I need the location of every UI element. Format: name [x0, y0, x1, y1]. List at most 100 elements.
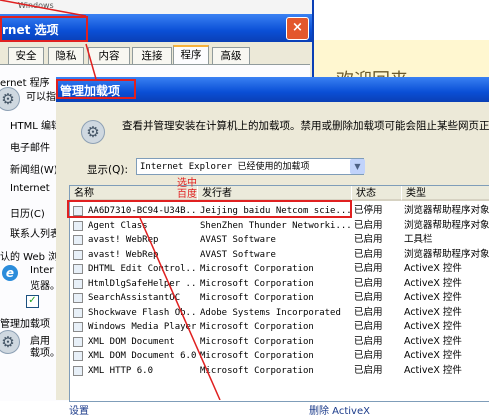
cell-publisher: ShenZhen Thunder Networki... — [200, 220, 350, 231]
table-row[interactable]: Agent Class ShenZhen Thunder Networki... 已… — [70, 219, 489, 233]
cell-publisher: AVAST Software — [200, 249, 276, 260]
table-row[interactable]: SearchAssistantOC Microsoft Corporation 已启… — [70, 291, 489, 305]
cell-publisher: Microsoft Corporation — [200, 264, 314, 274]
cell-publisher: Microsoft Corporation — [200, 365, 314, 376]
annotation-label: 选中百度 — [177, 178, 197, 200]
cell-type: ActiveX 控件 — [404, 292, 462, 303]
addon-icon — [73, 365, 83, 376]
default-browser-text-1: Inter — [30, 265, 54, 276]
cell-type: ActiveX 控件 — [404, 350, 462, 361]
table-row[interactable]: DHTML Edit Control... Microsoft Corporati… — [70, 262, 489, 276]
cell-type: ActiveX 控件 — [404, 263, 462, 274]
cell-type: 浏览器帮助程序对象 — [404, 219, 489, 231]
window-caption-bar: Windows — [0, 0, 312, 15]
cell-status: 已启用 — [354, 306, 383, 318]
addon-icon — [73, 322, 83, 332]
email-label: 电子邮件 — [10, 143, 50, 154]
tab-connections[interactable]: 连接 — [132, 47, 172, 64]
manage-addons-description: 查看并管理安装在计算机上的加载项。禁用或删除加载项可能会阻止某些网页正常工 — [122, 120, 489, 132]
annotation-box-title — [0, 16, 88, 42]
addon-icon — [73, 336, 83, 347]
delete-activex-label: 删除 ActiveX — [309, 406, 370, 417]
table-row[interactable]: XML DOM Document 6.0 Microsoft Corporatio… — [70, 349, 489, 363]
calendar-label: 日历(C) — [10, 209, 45, 220]
cell-publisher: Microsoft Corporation — [200, 293, 314, 303]
show-dropdown[interactable]: Internet Explorer 已经使用的加载项 — [136, 158, 364, 175]
cell-publisher: Microsoft Corporation — [200, 322, 314, 332]
cell-status: 已启用 — [354, 335, 383, 347]
cell-name: XML HTTP 6.0 — [88, 365, 154, 376]
cell-status: 已启用 — [354, 234, 383, 245]
programs-icon: ⚙ — [0, 87, 20, 111]
cell-name: DHTML Edit Control... — [88, 264, 196, 274]
addons-icon: ⚙ — [0, 330, 20, 354]
show-label: 显示(Q): — [87, 164, 128, 176]
table-row[interactable]: Shockwave Flash Ob... Adobe Systems Incor… — [70, 306, 489, 320]
manage-addons-dialog: 管理加载项 ⚙ 查看并管理安装在计算机上的加载项。禁用或删除加载项可能会阻止某些… — [56, 77, 489, 417]
addon-icon — [73, 278, 83, 289]
tab-programs[interactable]: 程序 — [173, 45, 209, 66]
annotation-box-dialog-title — [56, 79, 136, 99]
close-button[interactable]: × — [286, 17, 309, 40]
cell-status: 已启用 — [354, 219, 383, 231]
addon-icon — [73, 220, 83, 231]
tab-content[interactable]: 内容 — [88, 47, 130, 64]
cell-name: avast! WebRep — [88, 235, 159, 245]
table-row[interactable]: Windows Media Player Microsoft Corporatio… — [70, 320, 489, 334]
html-editor-label: HTML 编辑 — [10, 121, 62, 132]
addon-icon — [73, 235, 83, 245]
cell-publisher: Microsoft Corporation — [200, 336, 314, 347]
cell-publisher: AVAST Software — [200, 235, 276, 245]
cell-publisher: Microsoft Corporation — [200, 351, 314, 361]
table-row[interactable]: avast! WebRep AVAST Software 已启用 工具栏 — [70, 233, 489, 247]
table-row[interactable]: avast! WebRep AVAST Software 已启用 浏览器帮助程序对象 — [70, 248, 489, 262]
cell-status: 已启用 — [354, 277, 383, 289]
cell-type: 浏览器帮助程序对象 — [404, 248, 489, 260]
cell-name: avast! WebRep — [88, 249, 159, 260]
chevron-down-icon[interactable]: ▼ — [350, 159, 365, 174]
table-row[interactable]: HtmlDlgSafeHelper ... Microsoft Corporati… — [70, 277, 489, 291]
cell-name: XML DOM Document — [88, 336, 175, 347]
settings-label: 设置 — [69, 406, 89, 417]
annotation-box-selected-row — [67, 200, 352, 218]
column-header-type[interactable]: 类型 — [402, 186, 489, 201]
addon-icon — [73, 351, 83, 361]
cell-status: 已停用 — [354, 205, 383, 216]
cell-type: ActiveX 控件 — [404, 364, 462, 376]
cell-name: Windows Media Player — [88, 322, 196, 332]
cell-name: SearchAssistantOC — [88, 293, 181, 303]
cell-name: Agent Class — [88, 220, 148, 231]
cell-status: 已启用 — [354, 350, 383, 361]
cell-status: 已启用 — [354, 364, 383, 376]
cell-type: ActiveX 控件 — [404, 335, 462, 347]
cell-type: ActiveX 控件 — [404, 277, 462, 289]
addon-icon — [73, 293, 83, 303]
contacts-label: 联系人列表 — [10, 229, 60, 240]
tab-advanced[interactable]: 高级 — [212, 47, 250, 64]
cell-status: 已启用 — [354, 248, 383, 260]
cell-name: XML DOM Document 6.0 — [88, 351, 196, 361]
newsgroups-label: 新闻组(W) — [10, 165, 58, 176]
cell-publisher: Adobe Systems Incorporated — [200, 307, 341, 318]
manage-addons-group-label: 管理加载项 — [0, 319, 50, 330]
column-header-publisher[interactable]: 发行者 — [198, 186, 352, 201]
cell-type: 工具栏 — [404, 234, 433, 245]
programs-hint: 可以指 — [26, 92, 56, 103]
default-browser-checkbox[interactable]: ✓ — [26, 295, 39, 308]
cell-publisher: Microsoft Corporation — [200, 278, 314, 289]
column-header-status[interactable]: 状态 — [352, 186, 402, 201]
window-caption-text: Windows — [18, 1, 54, 10]
cell-status: 已启用 — [354, 292, 383, 303]
cell-status: 已启用 — [354, 321, 383, 332]
cell-name: Shockwave Flash Ob... — [88, 307, 196, 318]
cell-type: ActiveX 控件 — [404, 321, 462, 332]
manage-addons-icon: ⚙ — [81, 120, 105, 144]
tab-privacy[interactable]: 隐私 — [48, 47, 84, 64]
cell-name: HtmlDlgSafeHelper ... — [88, 278, 196, 289]
addon-icon — [73, 307, 83, 318]
tab-security[interactable]: 安全 — [8, 47, 44, 64]
cell-type: ActiveX 控件 — [404, 306, 462, 318]
manage-addons-body: ⚙ 查看并管理安装在计算机上的加载项。禁用或删除加载项可能会阻止某些网页正常工 … — [59, 102, 489, 417]
table-row[interactable]: XML HTTP 6.0 Microsoft Corporation 已启用 Acti… — [70, 364, 489, 378]
table-row[interactable]: XML DOM Document Microsoft Corporation 已启用… — [70, 335, 489, 349]
